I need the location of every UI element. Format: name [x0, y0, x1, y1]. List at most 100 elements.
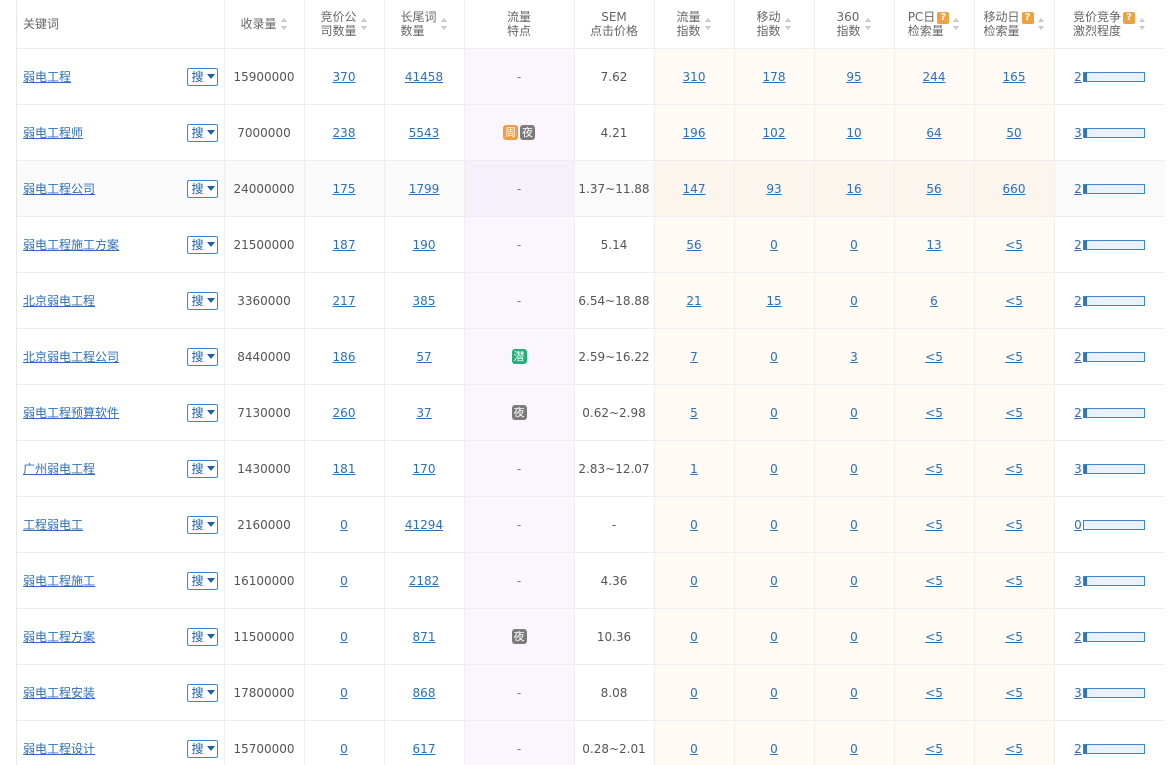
mobile-index-link[interactable]: 178: [763, 70, 786, 84]
longtail-link[interactable]: 5543: [409, 126, 440, 140]
mobile-index-link[interactable]: 0: [770, 462, 778, 476]
pc-search-link[interactable]: <5: [925, 406, 943, 420]
competition-level-link[interactable]: 3: [1074, 686, 1082, 700]
pc-search-link[interactable]: <5: [925, 574, 943, 588]
competition-level-link[interactable]: 3: [1074, 462, 1082, 476]
header-pc-search[interactable]: PC日? 检索量: [894, 0, 975, 49]
mobile-search-link[interactable]: 165: [1003, 70, 1026, 84]
longtail-link[interactable]: 170: [413, 462, 436, 476]
bid-companies-link[interactable]: 181: [333, 462, 356, 476]
pc-search-link[interactable]: <5: [925, 350, 943, 364]
index-360-link[interactable]: 0: [850, 686, 858, 700]
bid-companies-link[interactable]: 175: [333, 182, 356, 196]
mobile-search-link[interactable]: 660: [1003, 182, 1026, 196]
mobile-search-link[interactable]: <5: [1005, 574, 1023, 588]
mobile-search-link[interactable]: <5: [1005, 518, 1023, 532]
header-competition[interactable]: 竞价竞争? 激烈程度: [1054, 0, 1165, 49]
competition-level-link[interactable]: 2: [1074, 742, 1082, 756]
search-dropdown-button[interactable]: 搜: [187, 403, 218, 422]
header-mobile-search[interactable]: 移动日? 检索量: [974, 0, 1055, 49]
longtail-link[interactable]: 41294: [405, 518, 443, 532]
bid-companies-link[interactable]: 0: [340, 518, 348, 532]
competition-level-link[interactable]: 2: [1074, 630, 1082, 644]
keyword-link[interactable]: 北京弱电工程公司: [23, 350, 119, 364]
competition-level-link[interactable]: 3: [1074, 574, 1082, 588]
pc-search-link[interactable]: <5: [925, 742, 943, 756]
bid-companies-link[interactable]: 0: [340, 742, 348, 756]
pc-search-link[interactable]: 6: [930, 294, 938, 308]
header-longtail[interactable]: 长尾词 数量: [384, 0, 465, 49]
traffic-index-link[interactable]: 196: [683, 126, 706, 140]
longtail-link[interactable]: 2182: [409, 574, 440, 588]
traffic-index-link[interactable]: 147: [683, 182, 706, 196]
sort-icon[interactable]: [953, 18, 960, 30]
search-dropdown-button[interactable]: 搜: [187, 179, 218, 198]
keyword-link[interactable]: 广州弱电工程: [23, 462, 95, 476]
pc-search-link[interactable]: <5: [925, 686, 943, 700]
keyword-link[interactable]: 弱电工程施工: [23, 574, 95, 588]
bid-companies-link[interactable]: 217: [333, 294, 356, 308]
mobile-search-link[interactable]: <5: [1005, 406, 1023, 420]
pc-search-link[interactable]: 244: [923, 70, 946, 84]
traffic-index-link[interactable]: 21: [686, 294, 701, 308]
traffic-index-link[interactable]: 0: [690, 518, 698, 532]
pc-search-link[interactable]: <5: [925, 518, 943, 532]
mobile-search-link[interactable]: <5: [1005, 294, 1023, 308]
traffic-index-link[interactable]: 0: [690, 742, 698, 756]
traffic-index-link[interactable]: 56: [686, 238, 701, 252]
longtail-link[interactable]: 617: [413, 742, 436, 756]
mobile-index-link[interactable]: 0: [770, 630, 778, 644]
mobile-index-link[interactable]: 93: [766, 182, 781, 196]
bid-companies-link[interactable]: 0: [340, 574, 348, 588]
pc-search-link[interactable]: 13: [926, 238, 941, 252]
mobile-index-link[interactable]: 0: [770, 238, 778, 252]
keyword-link[interactable]: 北京弱电工程: [23, 294, 95, 308]
keyword-link[interactable]: 弱电工程师: [23, 126, 83, 140]
pc-search-link[interactable]: <5: [925, 630, 943, 644]
search-dropdown-button[interactable]: 搜: [187, 739, 218, 758]
header-traffic-index[interactable]: 流量 指数: [654, 0, 735, 49]
keyword-link[interactable]: 弱电工程方案: [23, 630, 95, 644]
traffic-index-link[interactable]: 0: [690, 630, 698, 644]
bid-companies-link[interactable]: 0: [340, 630, 348, 644]
index-360-link[interactable]: 0: [850, 406, 858, 420]
sort-icon[interactable]: [440, 18, 448, 30]
competition-level-link[interactable]: 0: [1074, 518, 1082, 532]
index-360-link[interactable]: 0: [850, 742, 858, 756]
mobile-search-link[interactable]: 50: [1006, 126, 1021, 140]
help-icon[interactable]: ?: [937, 11, 950, 24]
pc-search-link[interactable]: <5: [925, 462, 943, 476]
bid-companies-link[interactable]: 260: [333, 406, 356, 420]
index-360-link[interactable]: 0: [850, 462, 858, 476]
keyword-link[interactable]: 弱电工程: [23, 70, 71, 84]
mobile-search-link[interactable]: <5: [1005, 630, 1023, 644]
keyword-link[interactable]: 弱电工程安装: [23, 686, 95, 700]
mobile-search-link[interactable]: <5: [1005, 462, 1023, 476]
longtail-link[interactable]: 871: [413, 630, 436, 644]
sort-icon[interactable]: [1139, 18, 1146, 30]
help-icon[interactable]: ?: [1021, 11, 1034, 24]
pc-search-link[interactable]: 56: [926, 182, 941, 196]
mobile-index-link[interactable]: 0: [770, 518, 778, 532]
traffic-index-link[interactable]: 7: [690, 350, 698, 364]
index-360-link[interactable]: 0: [850, 238, 858, 252]
sort-icon[interactable]: [704, 18, 712, 30]
competition-level-link[interactable]: 2: [1074, 238, 1082, 252]
mobile-index-link[interactable]: 0: [770, 350, 778, 364]
competition-level-link[interactable]: 2: [1074, 350, 1082, 364]
mobile-index-link[interactable]: 0: [770, 574, 778, 588]
index-360-link[interactable]: 0: [850, 518, 858, 532]
index-360-link[interactable]: 95: [846, 70, 861, 84]
competition-level-link[interactable]: 3: [1074, 126, 1082, 140]
mobile-index-link[interactable]: 102: [763, 126, 786, 140]
longtail-link[interactable]: 57: [416, 350, 431, 364]
sort-icon[interactable]: [360, 18, 368, 30]
header-bid-companies[interactable]: 竞价公 司数量: [304, 0, 385, 49]
competition-level-link[interactable]: 2: [1074, 182, 1082, 196]
traffic-index-link[interactable]: 0: [690, 574, 698, 588]
mobile-search-link[interactable]: <5: [1005, 686, 1023, 700]
longtail-link[interactable]: 190: [413, 238, 436, 252]
keyword-link[interactable]: 工程弱电工: [23, 518, 83, 532]
traffic-index-link[interactable]: 1: [690, 462, 698, 476]
longtail-link[interactable]: 385: [413, 294, 436, 308]
